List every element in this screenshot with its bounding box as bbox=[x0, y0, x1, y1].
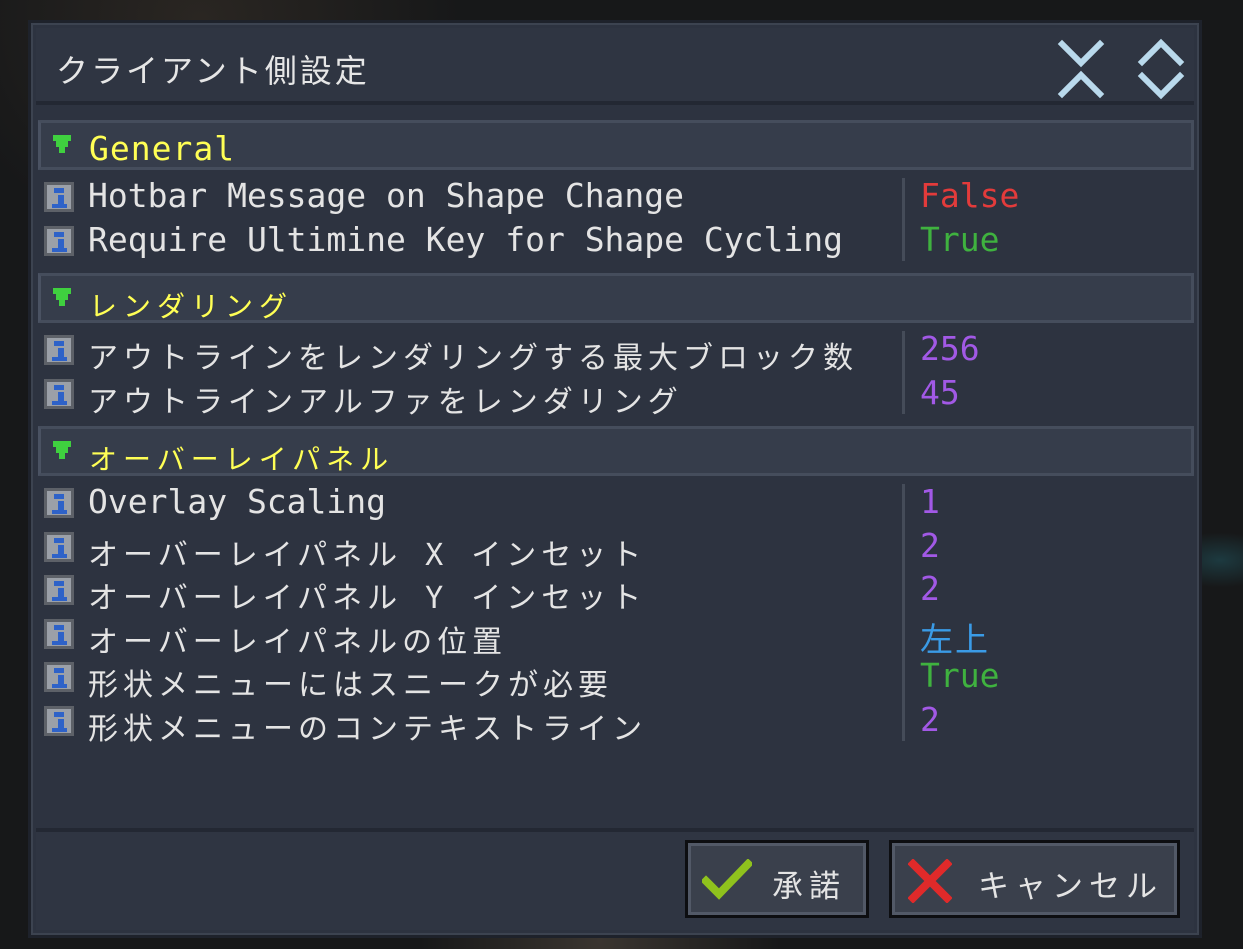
section-header-general[interactable]: General bbox=[38, 120, 1194, 170]
expand-all-icon[interactable] bbox=[1136, 38, 1186, 100]
cancel-label: キャンセル bbox=[978, 869, 1163, 905]
info-icon[interactable] bbox=[44, 225, 74, 256]
section-header-overlay-panel[interactable]: オーバーレイパネル bbox=[38, 426, 1194, 476]
info-icon[interactable] bbox=[44, 618, 74, 649]
info-icon[interactable] bbox=[44, 182, 74, 212]
config-list[interactable]: General Hotbar Message on Shape Change F… bbox=[36, 120, 1194, 753]
info-icon[interactable] bbox=[44, 662, 74, 692]
dialog-title: クライアント側設定 bbox=[56, 52, 370, 90]
config-row[interactable]: Hotbar Message on Shape Change False bbox=[36, 176, 1194, 220]
section-label: オーバーレイパネル bbox=[89, 443, 395, 476]
config-value-toggle[interactable]: True bbox=[920, 656, 999, 695]
config-row[interactable]: アウトラインアルファをレンダリング 45 bbox=[36, 373, 1194, 420]
config-row[interactable]: 形状メニューにはスニークが必要 True bbox=[36, 656, 1194, 703]
title-bar: クライアント側設定 bbox=[36, 28, 1194, 105]
info-icon[interactable] bbox=[44, 488, 74, 518]
info-icon[interactable] bbox=[44, 575, 74, 605]
client-config-dialog: クライアント側設定 General Hotbar Message on Shap… bbox=[28, 20, 1202, 938]
info-icon[interactable] bbox=[44, 531, 74, 562]
config-row[interactable]: オーバーレイパネル X インセット 2 bbox=[36, 526, 1194, 573]
expanded-triangle-icon bbox=[53, 135, 71, 153]
config-value-number[interactable]: 45 bbox=[920, 373, 960, 412]
config-name: Hotbar Message on Shape Change bbox=[88, 176, 685, 215]
expanded-triangle-icon bbox=[53, 288, 71, 306]
info-icon[interactable] bbox=[44, 335, 74, 365]
section-rows-overlay-panel: Overlay Scaling 1 オーバーレイパネル X インセット 2 オー… bbox=[36, 478, 1194, 753]
config-name: オーバーレイパネル Y インセット bbox=[88, 581, 647, 616]
section-label: レンダリング bbox=[89, 290, 294, 323]
cancel-button[interactable]: キャンセル bbox=[889, 840, 1180, 918]
info-icon[interactable] bbox=[44, 705, 74, 736]
config-name: アウトラインアルファをレンダリング bbox=[88, 384, 683, 420]
config-value-number[interactable]: 256 bbox=[920, 329, 980, 368]
accept-label: 承諾 bbox=[772, 869, 846, 905]
config-row[interactable]: Require Ultimine Key for Shape Cycling T… bbox=[36, 220, 1194, 264]
config-value-number[interactable]: 2 bbox=[920, 569, 940, 608]
config-row[interactable]: 形状メニューのコンテキストライン 2 bbox=[36, 700, 1194, 747]
collapse-all-icon[interactable] bbox=[1056, 38, 1106, 100]
config-name: Overlay Scaling bbox=[88, 482, 387, 521]
checkmark-icon bbox=[702, 859, 752, 900]
section-header-rendering[interactable]: レンダリング bbox=[38, 273, 1194, 323]
config-row[interactable]: Overlay Scaling 1 bbox=[36, 482, 1194, 526]
section-rows-general: Hotbar Message on Shape Change False Req… bbox=[36, 172, 1194, 273]
config-row[interactable]: オーバーレイパネルの位置 左上 bbox=[36, 613, 1194, 660]
section-rows-rendering: アウトラインをレンダリングする最大ブロック数 256 アウトラインアルファをレン… bbox=[36, 325, 1194, 426]
accept-button[interactable]: 承諾 bbox=[685, 840, 869, 918]
config-value-number[interactable]: 2 bbox=[920, 700, 940, 739]
config-name: 形状メニューのコンテキストライン bbox=[88, 711, 648, 747]
config-row[interactable]: アウトラインをレンダリングする最大ブロック数 256 bbox=[36, 329, 1194, 376]
config-name: オーバーレイパネルの位置 bbox=[88, 624, 508, 660]
config-row[interactable]: オーバーレイパネル Y インセット 2 bbox=[36, 569, 1194, 616]
section-label: General bbox=[89, 129, 236, 168]
config-value-toggle[interactable]: True bbox=[920, 220, 999, 259]
config-value-number[interactable]: 1 bbox=[920, 482, 940, 521]
expanded-triangle-icon bbox=[53, 441, 71, 459]
config-name: オーバーレイパネル X インセット bbox=[88, 537, 647, 573]
config-value-enum[interactable]: 左上 bbox=[920, 613, 990, 661]
config-value-number[interactable]: 2 bbox=[920, 526, 940, 565]
config-name: 形状メニューにはスニークが必要 bbox=[88, 668, 613, 703]
config-name: Require Ultimine Key for Shape Cycling bbox=[88, 219, 843, 259]
cross-icon bbox=[908, 859, 952, 903]
config-value-toggle[interactable]: False bbox=[920, 176, 1019, 215]
config-name: アウトラインをレンダリングする最大ブロック数 bbox=[88, 341, 858, 376]
info-icon[interactable] bbox=[44, 378, 74, 409]
footer-bar: 承諾 キャンセル bbox=[36, 828, 1194, 930]
